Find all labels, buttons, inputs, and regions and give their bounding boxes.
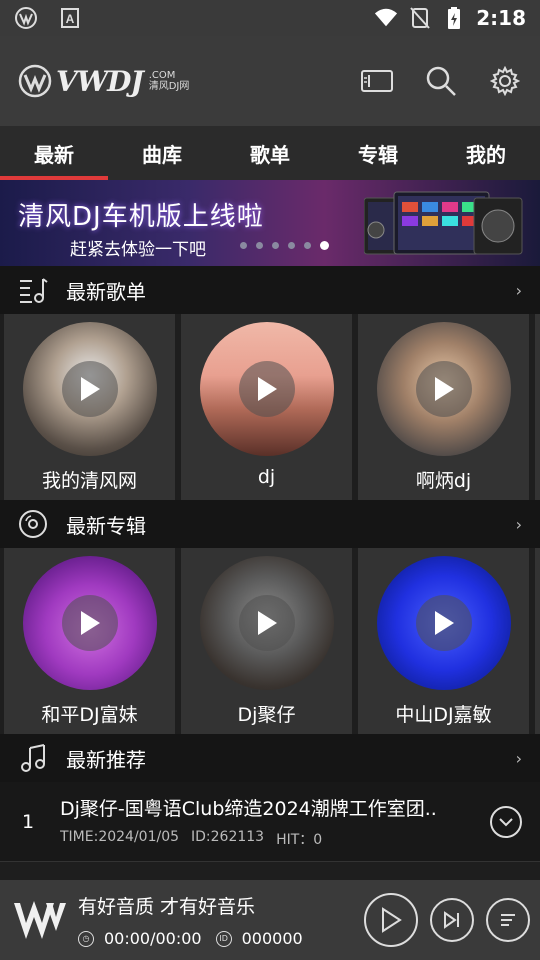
logo-emblem-icon [18,64,52,98]
play-icon[interactable] [238,595,295,651]
no-sim-icon [408,6,432,30]
song-time: TIME:2024/01/05 [60,829,180,845]
logo-domain: .COM [148,70,176,81]
banner-subtitle: 赶紧去体验一下吧 [70,240,206,260]
chevron-right-icon[interactable]: › [516,515,522,534]
search-icon[interactable] [424,64,458,98]
album-name: Dj聚仔 [237,704,296,726]
home-content: 最新歌单 › 我的清风网 dj 啊炳dj 最新专辑 › 和平DJ富妹 Dj聚仔 … [0,266,540,880]
banner-pager[interactable] [240,241,329,250]
tab-library[interactable]: 曲库 [108,126,216,180]
album-cover [22,556,157,690]
tab-mine[interactable]: 我的 [432,126,540,180]
playlist-menu-button[interactable] [486,898,530,942]
wifi-icon [374,6,398,30]
chevron-down-icon[interactable] [490,805,522,838]
play-icon[interactable] [415,361,472,417]
battery-charging-icon [442,6,466,30]
pager-dot[interactable] [256,242,263,249]
promo-banner[interactable]: 清风DJ车机版上线啦 赶紧去体验一下吧 [0,180,540,266]
play-icon[interactable] [61,361,118,417]
playlist-cover [22,322,157,456]
car-screen-illustration [364,191,523,255]
id-icon: ID [215,930,232,947]
disc-icon [18,509,48,539]
section-title: 最新推荐 [66,747,146,772]
app-bar: VWDJ .COM 清风DJ网 [0,36,540,126]
song-rank: 1 [22,810,35,833]
playlist-cards: 我的清风网 dj 啊炳dj [0,314,540,500]
player-logo-icon[interactable] [10,890,70,950]
playlist-cover [199,322,334,456]
playlist-card[interactable]: 啊炳dj [358,314,529,500]
section-latest-recommend[interactable]: 最新推荐 › [0,734,540,782]
banner-title: 清风DJ车机版上线啦 [18,202,264,232]
pager-dot-active[interactable] [320,241,329,250]
player-title: 有好音质 才有好音乐 [78,896,256,918]
svg-text:A: A [66,12,75,26]
section-latest-playlists[interactable]: 最新歌单 › [0,266,540,314]
logo-text: VWDJ [56,64,144,98]
settings-gear-icon[interactable] [488,64,522,98]
playlist-card[interactable]: 我的清风网 [4,314,175,500]
tab-playlists[interactable]: 歌单 [216,126,324,180]
album-cover [376,556,511,690]
playlist-name: dj [257,466,276,488]
accessibility-a-icon: A [58,6,82,30]
album-name: 中山DJ嘉敏 [395,704,492,726]
clock-icon: ◷ [78,930,94,947]
playlist-icon [18,275,48,305]
next-track-button[interactable] [430,898,474,942]
mini-player: 有好音质 才有好音乐 ◷ 00:00/00:00 ID 000000 [0,880,540,960]
player-time: 00:00/00:00 [104,929,202,948]
song-row[interactable]: 1 Dj聚仔-国粤语Club缔造2024潮牌工作室团.. TIME:2024/0… [0,782,540,862]
tab-latest[interactable]: 最新 [0,126,108,180]
album-cover [199,556,334,690]
playlist-card[interactable]: dj [181,314,352,500]
tab-albums[interactable]: 专辑 [324,126,432,180]
main-tabs: 最新 曲库 歌单 专辑 我的 [0,126,540,180]
cast-screen-icon[interactable] [360,64,394,98]
song-title: Dj聚仔-国粤语Club缔造2024潮牌工作室团.. [60,798,437,820]
app-logo[interactable]: VWDJ .COM 清风DJ网 [18,64,189,98]
album-name: 和平DJ富妹 [41,704,138,726]
section-latest-albums[interactable]: 最新专辑 › [0,500,540,548]
play-icon[interactable] [238,361,295,417]
playlist-cover [376,322,511,456]
section-title: 最新歌单 [66,279,146,304]
logo-subtitle: 清风DJ网 [148,81,190,92]
music-note-icon [18,743,48,773]
song-id: ID:262113 [191,829,265,845]
pager-dot[interactable] [272,242,279,249]
album-card[interactable]: Dj聚仔 [181,548,352,734]
album-card[interactable]: 和平DJ富妹 [4,548,175,734]
card-peek [535,314,540,500]
card-peek [535,548,540,734]
album-card[interactable]: 中山DJ嘉敏 [358,548,529,734]
pager-dot[interactable] [240,242,247,249]
pager-dot[interactable] [304,242,311,249]
chevron-right-icon[interactable]: › [516,749,522,768]
song-hit: HIT：0 [276,832,323,848]
status-bar: A 2:18 [0,0,540,36]
play-icon[interactable] [415,595,472,651]
play-button[interactable] [364,893,418,947]
clock: 2:18 [476,6,526,30]
chevron-right-icon[interactable]: › [516,281,522,300]
playlist-name: 我的清风网 [41,470,137,492]
player-id: 000000 [241,929,303,948]
pager-dot[interactable] [288,242,295,249]
play-icon[interactable] [61,595,118,651]
playlist-name: 啊炳dj [415,470,472,492]
album-cards: 和平DJ富妹 Dj聚仔 中山DJ嘉敏 [0,548,540,734]
section-title: 最新专辑 [66,513,146,538]
vwdj-notification-icon [14,6,38,30]
logo-sub: .COM 清风DJ网 [149,70,190,92]
